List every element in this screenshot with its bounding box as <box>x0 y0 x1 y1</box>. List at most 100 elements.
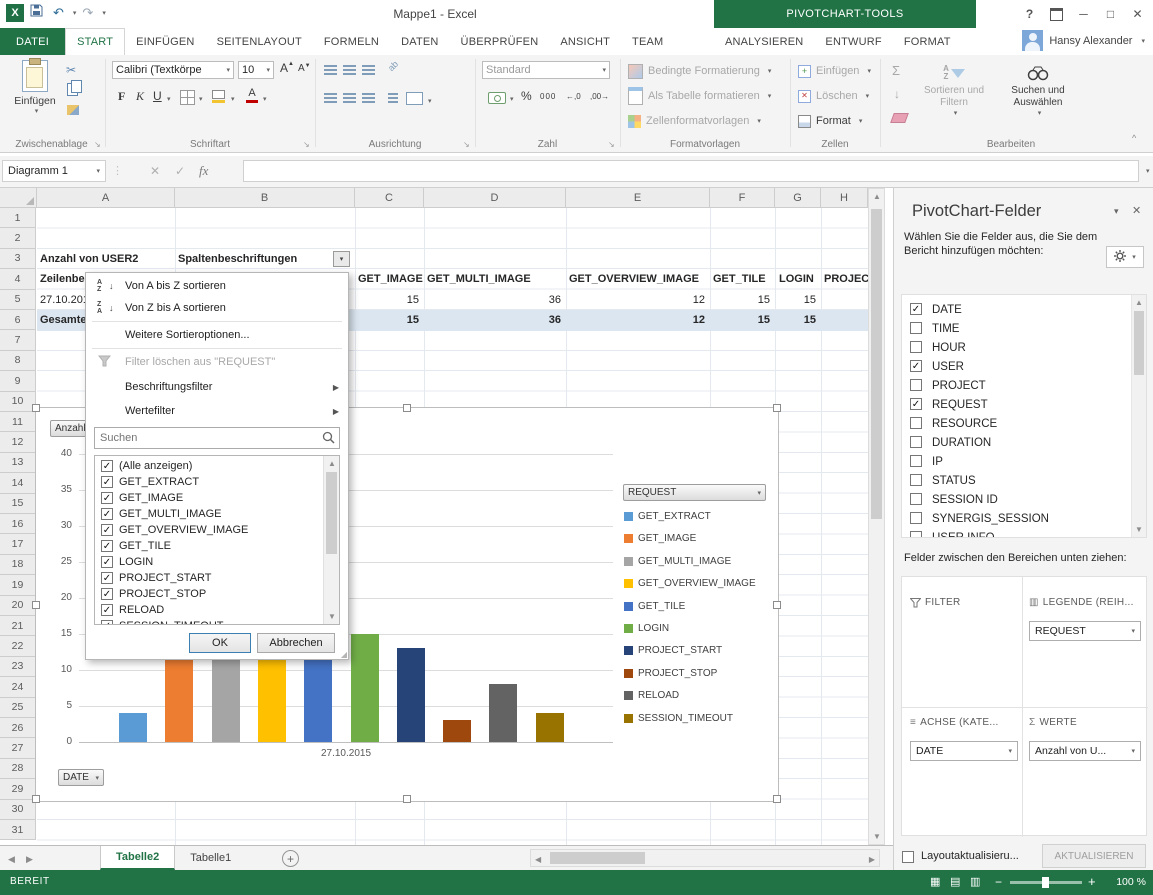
find-select-button[interactable]: Suchen und Auswählen ▾ <box>996 61 1080 117</box>
filter-search-input[interactable] <box>94 427 340 449</box>
cell-styles-button[interactable]: Zellenformatvorlagen▾ <box>628 111 761 131</box>
tab-überprüfen[interactable]: ÜBERPRÜFEN <box>450 29 550 55</box>
bar-RELOAD[interactable] <box>489 684 517 742</box>
ribbon-display-options-icon[interactable] <box>1043 3 1070 25</box>
minimize-icon[interactable]: ─ <box>1070 3 1097 25</box>
sheet-tab-tabelle1[interactable]: Tabelle1 <box>175 846 246 870</box>
schriftart-dialog-launcher-icon[interactable]: ↘ <box>303 140 310 149</box>
horizontal-scroll-thumb[interactable] <box>550 852 645 864</box>
paste-dropdown-icon[interactable]: ▾ <box>35 107 39 115</box>
font-color-icon[interactable]: A <box>246 88 258 103</box>
shrink-font-icon[interactable]: A▼ <box>298 63 311 74</box>
chart-selection-handle[interactable] <box>773 601 781 609</box>
row-header-3[interactable]: 3 <box>0 249 36 269</box>
close-icon[interactable]: ✕ <box>1124 3 1151 25</box>
menu-item-sort-za[interactable]: ZA ↓ Von Z bis A sortieren <box>87 297 347 319</box>
format-as-table-button[interactable]: Als Tabelle formatieren▾ <box>628 86 771 106</box>
tab-datei[interactable]: DATEI <box>0 28 65 55</box>
row-header-6[interactable]: 6 <box>0 310 36 330</box>
underline-dropdown-icon[interactable]: ▾ <box>167 95 171 103</box>
row-header-31[interactable]: 31 <box>0 820 36 840</box>
column-header-D[interactable]: D <box>424 188 566 208</box>
bold-button[interactable]: F <box>118 89 125 104</box>
tab-format[interactable]: FORMAT <box>893 29 962 55</box>
align-center-icon[interactable] <box>343 93 356 103</box>
field-list-scrollbar[interactable]: ▲ ▼ <box>1131 295 1146 537</box>
filter-item-checkbox[interactable]: ✓ <box>101 620 113 625</box>
bar-GET_EXTRACT[interactable] <box>119 713 147 742</box>
cells-delete-button[interactable]: ✕ Löschen▾ <box>798 86 869 106</box>
row-header-25[interactable]: 25 <box>0 698 36 718</box>
row-header-8[interactable]: 8 <box>0 351 36 371</box>
paste-button[interactable]: Einfügen ▾ <box>10 60 60 115</box>
filter-item-get_image[interactable]: ✓GET_IMAGE <box>95 491 323 507</box>
row-header-12[interactable]: 12 <box>0 432 36 452</box>
filter-item-checkbox[interactable]: ✓ <box>101 588 113 600</box>
menu-item-more-sort-options[interactable]: Weitere Sortieroptionen... <box>87 324 347 346</box>
filter-item-checkbox[interactable]: ✓ <box>101 476 113 488</box>
pane-field-checkbox[interactable] <box>910 379 922 391</box>
row-header-5[interactable]: 5 <box>0 290 36 310</box>
field-list-scroll-thumb[interactable] <box>1134 311 1144 375</box>
fill-color-dropdown-icon[interactable]: ▾ <box>231 95 235 103</box>
pane-field-checkbox[interactable] <box>910 493 922 505</box>
tab-daten[interactable]: DATEN <box>390 29 449 55</box>
add-sheet-button[interactable]: + <box>282 850 299 867</box>
align-left-icon[interactable] <box>324 93 337 103</box>
qat-customize-icon[interactable]: ▾ <box>102 9 106 17</box>
menu-item-label-filters[interactable]: Beschriftungsfilter▶ <box>87 376 347 398</box>
save-icon[interactable] <box>30 4 43 22</box>
undo-dropdown-icon[interactable]: ▾ <box>73 9 77 17</box>
autosum-icon[interactable]: Σ <box>892 63 900 78</box>
chart-legend-field-button[interactable]: REQUEST▾ <box>623 484 766 501</box>
number-format-select[interactable]: Standard▾ <box>482 61 610 79</box>
pane-field-checkbox[interactable] <box>910 436 922 448</box>
chart-selection-handle[interactable] <box>32 601 40 609</box>
pane-options-icon[interactable]: ▾ <box>1114 206 1119 217</box>
page-break-view-icon[interactable]: ▥ <box>970 875 980 888</box>
font-name-select[interactable]: Calibri (Textkörpe▾ <box>112 61 234 79</box>
filter-item-get_extract[interactable]: ✓GET_EXTRACT <box>95 475 323 491</box>
chart-selection-handle[interactable] <box>32 795 40 803</box>
row-header-10[interactable]: 10 <box>0 392 36 412</box>
orientation-icon[interactable]: ab <box>386 59 400 73</box>
sheet-nav-right-icon[interactable]: ▶ <box>26 854 33 865</box>
zahl-dialog-launcher-icon[interactable]: ↘ <box>608 140 615 149</box>
row-header-15[interactable]: 15 <box>0 494 36 514</box>
pane-field-checkbox[interactable]: ✓ <box>910 398 922 410</box>
pane-field-project[interactable]: PROJECT <box>902 376 1130 395</box>
cells-insert-button[interactable]: + Einfügen▾ <box>798 61 871 81</box>
row-header-26[interactable]: 26 <box>0 718 36 738</box>
filter-item-session_timeout[interactable]: ✓SESSION_TIMEOUT <box>95 619 323 625</box>
scroll-up-icon[interactable]: ▲ <box>328 459 336 468</box>
chart-selection-handle[interactable] <box>773 795 781 803</box>
filter-list-scroll-thumb[interactable] <box>326 472 337 554</box>
pane-field-checkbox[interactable] <box>910 474 922 486</box>
chart-selection-handle[interactable] <box>403 795 411 803</box>
tab-entwurf[interactable]: ENTWURF <box>814 29 892 55</box>
pane-field-session-id[interactable]: SESSION ID <box>902 490 1130 509</box>
filter-item-checkbox[interactable]: ✓ <box>101 492 113 504</box>
chart-selection-handle[interactable] <box>773 404 781 412</box>
cancel-button[interactable]: Abbrechen <box>257 633 335 653</box>
formula-bar-separator[interactable]: ⋮ <box>112 164 123 177</box>
filter-item-get_overview_image[interactable]: ✓GET_OVERVIEW_IMAGE <box>95 523 323 539</box>
account-area[interactable]: Hansy Alexander ▾ <box>1022 30 1145 51</box>
filter-item-checkbox[interactable]: ✓ <box>101 556 113 568</box>
scroll-down-icon[interactable]: ▼ <box>328 612 336 621</box>
ausrichtung-dialog-launcher-icon[interactable]: ↘ <box>463 140 470 149</box>
column-header-E[interactable]: E <box>566 188 710 208</box>
filter-list-scrollbar[interactable]: ▲ ▼ <box>323 456 339 624</box>
tab-ansicht[interactable]: ANSICHT <box>549 29 621 55</box>
copy-icon[interactable] <box>67 83 78 99</box>
align-bottom-icon[interactable] <box>362 65 375 75</box>
column-header-B[interactable]: B <box>175 188 355 208</box>
align-right-icon[interactable] <box>362 93 375 103</box>
menu-item-sort-az[interactable]: AZ ↓ Von A bis Z sortieren <box>87 275 347 297</box>
chart-selection-handle[interactable] <box>403 404 411 412</box>
pane-field-user[interactable]: ✓USER <box>902 357 1130 376</box>
row-header-24[interactable]: 24 <box>0 677 36 697</box>
pane-field-ip[interactable]: IP <box>902 452 1130 471</box>
decrease-decimal-icon[interactable]: ,00→ <box>590 92 609 101</box>
zoom-out-icon[interactable]: − <box>995 875 1002 889</box>
